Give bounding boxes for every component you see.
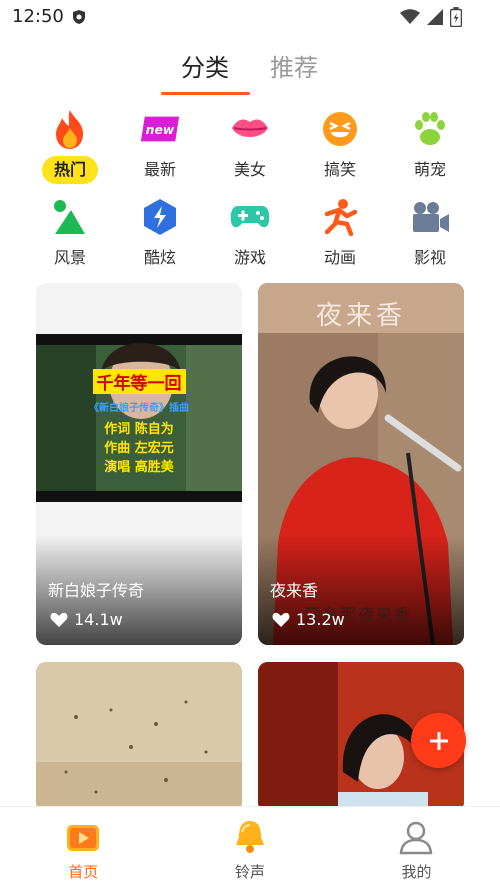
category-new[interactable]: new 最新 — [115, 108, 205, 190]
shield-icon — [73, 10, 85, 24]
category-grid: 热门 new 最新 美女 搞笑 萌宠 风景 酷炫 游戏 动画 影视 — [25, 108, 475, 278]
category-label: 游戏 — [233, 248, 266, 267]
category-label: 美女 — [233, 160, 266, 179]
add-button[interactable] — [411, 713, 466, 768]
thumbnail-caption: 千年等一回 《新白娘子传奇》插曲 作词 陈自为 作曲 左宏元 演唱 高胜美 — [36, 369, 242, 475]
likes-count: 14.1w — [74, 610, 123, 629]
category-label: 动画 — [323, 248, 356, 267]
user-icon — [396, 817, 436, 857]
thumbnail-song-title: 千年等一回 — [92, 369, 186, 394]
tab-category[interactable]: 分类 — [181, 48, 229, 83]
category-label: 萌宠 — [413, 160, 446, 179]
video-card[interactable] — [36, 662, 242, 812]
category-label: 风景 — [53, 248, 86, 267]
wifi-icon — [400, 9, 420, 24]
card-likes: 14.1w — [50, 610, 123, 629]
laughing-face-icon — [319, 108, 361, 150]
signal-icon — [427, 9, 443, 25]
running-figure-icon — [319, 196, 361, 238]
nav-label: 我的 — [401, 863, 432, 881]
gamepad-icon — [229, 196, 271, 238]
category-animation[interactable]: 动画 — [295, 196, 385, 278]
thumbnail-credit: 作曲 左宏元 — [104, 441, 174, 456]
status-bar: 12:50 — [0, 0, 500, 34]
category-funny[interactable]: 搞笑 — [295, 108, 385, 190]
thumbnail-credit: 作词 陈自为 — [104, 422, 174, 437]
category-label: 影视 — [413, 248, 446, 267]
category-label: 热门 — [41, 156, 98, 184]
nav-label: 铃声 — [234, 863, 265, 881]
nav-profile[interactable]: 我的 — [333, 807, 500, 888]
category-beauty[interactable]: 美女 — [205, 108, 295, 190]
tab-underline — [161, 92, 250, 95]
plus-icon — [429, 731, 448, 750]
category-scenery[interactable]: 风景 — [25, 196, 115, 278]
bottom-nav: 首页 铃声 我的 — [0, 806, 500, 888]
thumbnail-title: 夜来香 — [315, 301, 406, 331]
lightning-icon — [139, 196, 181, 238]
card-likes: 13.2w — [272, 610, 345, 629]
category-film[interactable]: 影视 — [385, 196, 475, 278]
home-play-icon — [63, 817, 103, 857]
paw-icon — [409, 108, 451, 150]
thumbnail-subtitle: 《新白娘子传奇》插曲 — [89, 403, 189, 414]
category-label: 搞笑 — [323, 160, 356, 179]
new-badge-icon: new — [139, 108, 181, 150]
battery-icon — [450, 7, 462, 27]
likes-count: 13.2w — [296, 610, 345, 629]
heart-icon — [272, 612, 290, 627]
category-games[interactable]: 游戏 — [205, 196, 295, 278]
card-title: 新白娘子传奇 — [48, 581, 145, 600]
category-label: 酷炫 — [143, 248, 176, 267]
category-cool[interactable]: 酷炫 — [115, 196, 205, 278]
nav-label: 首页 — [68, 863, 99, 881]
video-card[interactable]: 千年等一回 《新白娘子传奇》插曲 作词 陈自为 作曲 左宏元 演唱 高胜美 新白… — [36, 283, 242, 645]
card-title: 夜来香 — [270, 581, 319, 600]
top-tabs: 分类 推荐 — [0, 48, 500, 98]
video-card[interactable]: 夜来香 只有那夜来香 夜来香 13.2w — [258, 283, 464, 645]
video-camera-icon — [409, 196, 451, 238]
nav-home[interactable]: 首页 — [0, 807, 167, 888]
category-hot[interactable]: 热门 — [25, 108, 115, 190]
svg-text:new: new — [146, 122, 175, 137]
video-thumbnail — [36, 662, 242, 812]
lips-icon — [229, 108, 271, 150]
category-label: 最新 — [143, 160, 176, 179]
category-pets[interactable]: 萌宠 — [385, 108, 475, 190]
nav-ringtone[interactable]: 铃声 — [167, 807, 334, 888]
status-time: 12:50 — [12, 6, 64, 27]
flame-icon — [49, 108, 91, 150]
heart-icon — [50, 612, 68, 627]
thumbnail-credit: 演唱 高胜美 — [104, 460, 174, 475]
bell-icon — [230, 817, 270, 857]
status-icons — [400, 7, 462, 27]
mountain-icon — [49, 196, 91, 238]
tab-recommend[interactable]: 推荐 — [270, 48, 318, 83]
